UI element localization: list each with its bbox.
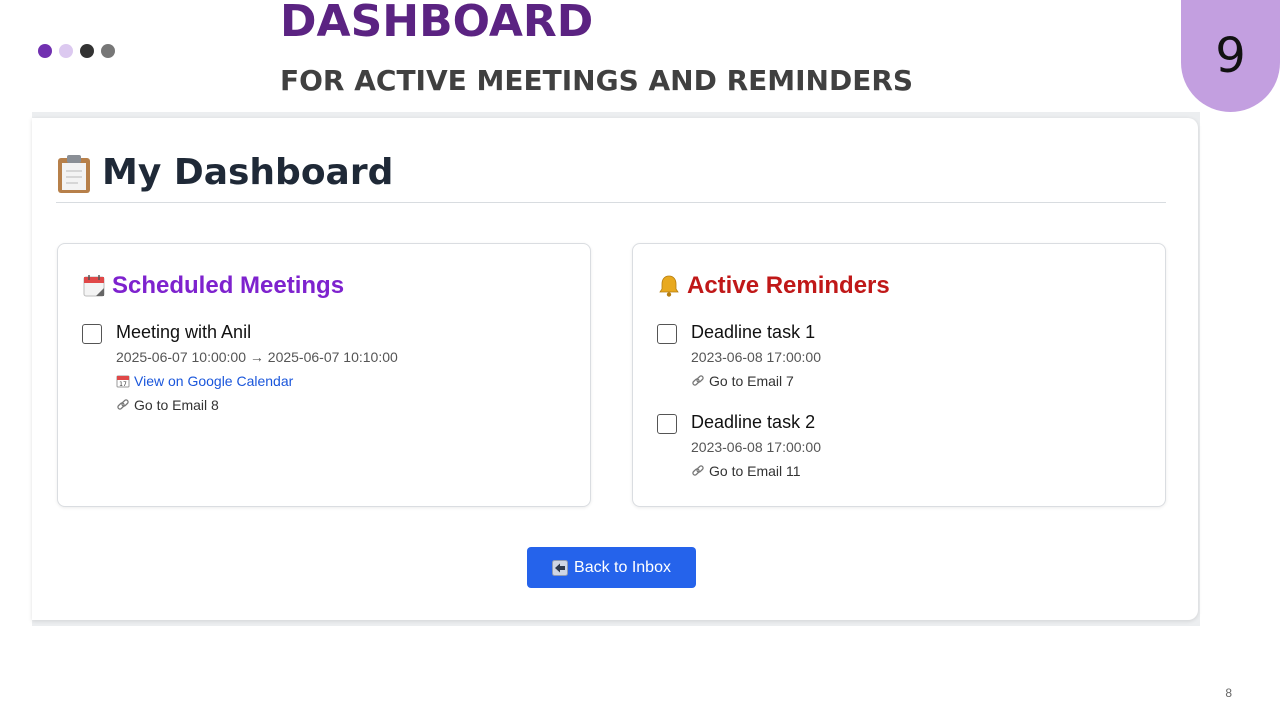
- slide-subtitle: FOR ACTIVE MEETINGS AND REMINDERS: [280, 64, 914, 97]
- meetings-heading-label: Scheduled Meetings: [112, 272, 345, 299]
- reminder-time: 2023-06-08 17:00:00: [691, 439, 821, 455]
- bell-icon: [659, 275, 679, 297]
- calendar-icon: [83, 275, 105, 297]
- meeting-email-link[interactable]: Go to Email 8: [116, 397, 219, 413]
- meetings-card: Scheduled Meetings Meeting with Anil 202…: [57, 243, 591, 507]
- link-icon: [692, 465, 704, 476]
- meeting-checkbox[interactable]: [82, 324, 102, 344]
- reminders-heading-label: Active Reminders: [687, 272, 890, 299]
- dashboard-title: My Dashboard: [102, 152, 394, 193]
- reminders-heading: Active Reminders: [657, 272, 890, 300]
- meetings-heading: Scheduled Meetings: [82, 272, 344, 300]
- reminder-checkbox[interactable]: [657, 414, 677, 434]
- google-calendar-link[interactable]: 17 View on Google Calendar: [116, 373, 293, 389]
- reminder-title: Deadline task 1: [691, 322, 816, 342]
- dot-1: [38, 44, 52, 58]
- meeting-email-link-label: Go to Email 8: [134, 397, 219, 413]
- reminder-email-link-label: Go to Email 11: [709, 463, 801, 479]
- reminder-title: Deadline task 2: [691, 412, 816, 432]
- slide-dots: [38, 44, 115, 58]
- dot-4: [101, 44, 115, 58]
- google-calendar-link-label: View on Google Calendar: [134, 373, 294, 389]
- link-icon: [692, 375, 704, 386]
- clipboard-icon: [58, 155, 90, 193]
- reminder-email-link-label: Go to Email 7: [709, 373, 794, 389]
- meeting-time: 2025-06-07 10:00:00 → 2025-06-07 10:10:0…: [116, 349, 398, 365]
- dot-2: [59, 44, 73, 58]
- meeting-title: Meeting with Anil: [116, 322, 252, 342]
- reminder-time: 2023-06-08 17:00:00: [691, 349, 821, 365]
- slide-page-number: 8: [1225, 686, 1232, 700]
- back-arrow-icon: [552, 559, 569, 576]
- slide-badge: 9: [1181, 0, 1280, 112]
- dashboard-header: My Dashboard: [56, 150, 1166, 203]
- back-to-inbox-label: Back to Inbox: [574, 558, 671, 576]
- back-to-inbox-button[interactable]: Back to Inbox: [527, 547, 696, 588]
- svg-text:17: 17: [119, 381, 127, 388]
- badge-number: 9: [1215, 28, 1246, 84]
- reminder-email-link[interactable]: Go to Email 11: [691, 463, 801, 479]
- reminders-card: Active Reminders Deadline task 1 2023-06…: [632, 243, 1166, 507]
- slide-title: DASHBOARD: [280, 0, 594, 47]
- link-icon: [117, 399, 129, 410]
- dot-3: [80, 44, 94, 58]
- reminder-checkbox[interactable]: [657, 324, 677, 344]
- calendar-small-icon: 17: [116, 375, 130, 388]
- reminder-email-link[interactable]: Go to Email 7: [691, 373, 794, 389]
